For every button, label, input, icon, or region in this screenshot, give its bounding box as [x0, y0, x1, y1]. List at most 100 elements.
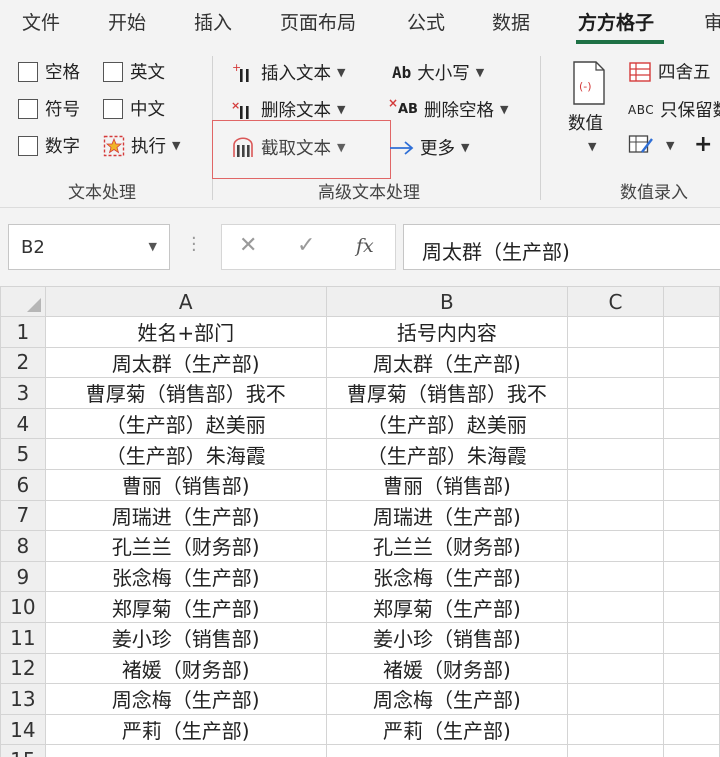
cell-b[interactable]: 周太群（生产部): [325, 346, 568, 379]
cell-c[interactable]: [566, 560, 664, 593]
cell-a[interactable]: 曹丽（销售部): [44, 468, 327, 501]
row-header[interactable]: 1: [0, 316, 46, 348]
tab-page-layout[interactable]: 页面布局: [280, 8, 356, 35]
cell-b[interactable]: （生产部）赵美丽: [325, 407, 568, 440]
delete-text-button[interactable]: × 删除文本 ▼: [231, 97, 345, 122]
tab-review[interactable]: 审: [704, 8, 720, 35]
cell-c[interactable]: [566, 713, 664, 746]
checkbox-box[interactable]: [18, 98, 38, 119]
cell-d[interactable]: [662, 560, 720, 593]
checkbox-space[interactable]: 空格: [18, 59, 80, 84]
cell-a[interactable]: 周瑞进（生产部): [44, 499, 327, 532]
row-header[interactable]: 10: [0, 591, 46, 623]
cell-a[interactable]: 周太群（生产部): [44, 346, 327, 379]
cell-a[interactable]: （生产部）朱海霞: [44, 438, 327, 470]
cell-a[interactable]: 张念梅（生产部): [44, 560, 327, 593]
plus-icon[interactable]: +: [694, 132, 712, 157]
cell-b[interactable]: 曹厚菊（销售部）我不: [325, 377, 568, 409]
cell-a[interactable]: （生产部）赵美丽: [44, 407, 327, 440]
row-header[interactable]: 7: [0, 499, 46, 532]
cell-b[interactable]: 括号内内容: [325, 316, 568, 348]
cell-a[interactable]: 周念梅（生产部): [44, 683, 327, 715]
cell-a[interactable]: 郑厚菊（生产部): [44, 591, 327, 623]
cell-c[interactable]: [566, 316, 664, 348]
cell-c[interactable]: [566, 652, 664, 685]
cell-c[interactable]: [566, 346, 664, 379]
cell-b[interactable]: 张念梅（生产部): [325, 560, 568, 593]
row-header[interactable]: 15: [0, 744, 46, 757]
tab-home[interactable]: 开始: [108, 8, 146, 35]
cell-c[interactable]: [566, 468, 664, 501]
name-box[interactable]: B2 ▼: [8, 224, 170, 270]
row-header[interactable]: 13: [0, 683, 46, 715]
row-header[interactable]: 2: [0, 346, 46, 379]
checkbox-english[interactable]: 英文: [103, 59, 165, 84]
cell-d[interactable]: [662, 377, 720, 409]
cell-b[interactable]: [325, 744, 568, 757]
row-header[interactable]: 8: [0, 530, 46, 562]
column-header-c[interactable]: C: [566, 286, 664, 317]
more-button[interactable]: 更多 ▼: [390, 135, 469, 160]
formula-input[interactable]: 周太群（生产部): [403, 224, 720, 270]
checkbox-box[interactable]: [103, 98, 123, 119]
checkbox-number[interactable]: 数字: [18, 133, 80, 158]
checkbox-symbol[interactable]: 符号: [18, 96, 80, 121]
confirm-icon[interactable]: ✓: [297, 233, 315, 258]
delete-spaces-button[interactable]: × AB 删除空格 ▼: [388, 96, 508, 122]
column-header-a[interactable]: A: [44, 286, 327, 317]
row-header[interactable]: 12: [0, 652, 46, 685]
cell-d[interactable]: [662, 499, 720, 532]
cell-c[interactable]: [566, 438, 664, 470]
edit-table-button[interactable]: ▼: [628, 134, 674, 156]
row-header[interactable]: 14: [0, 713, 46, 746]
cell-d[interactable]: [662, 438, 720, 470]
row-header[interactable]: 11: [0, 621, 46, 654]
tab-data[interactable]: 数据: [492, 8, 530, 35]
row-header[interactable]: 9: [0, 560, 46, 593]
cell-d[interactable]: [662, 744, 720, 757]
column-header-b[interactable]: B: [325, 286, 568, 317]
drag-handle-icon[interactable]: · · ·: [191, 230, 197, 260]
insert-function-icon[interactable]: fx: [356, 235, 374, 257]
cell-c[interactable]: [566, 744, 664, 757]
cell-c[interactable]: [566, 621, 664, 654]
cell-d[interactable]: [662, 683, 720, 715]
cell-b[interactable]: 孔兰兰（财务部): [325, 530, 568, 562]
tab-file[interactable]: 文件: [22, 8, 60, 35]
cell-d[interactable]: [662, 316, 720, 348]
checkbox-box[interactable]: [103, 61, 123, 82]
cell-d[interactable]: [662, 591, 720, 623]
row-header[interactable]: 6: [0, 468, 46, 501]
column-header-d[interactable]: [662, 286, 720, 317]
keep-only-button[interactable]: ABC 只保留数: [628, 97, 720, 122]
cell-a[interactable]: 姓名+部门: [44, 316, 327, 348]
tab-insert[interactable]: 插入: [194, 8, 232, 35]
cell-b[interactable]: 郑厚菊（生产部): [325, 591, 568, 623]
cell-b[interactable]: 曹丽（销售部): [325, 468, 568, 501]
cell-d[interactable]: [662, 621, 720, 654]
checkbox-box[interactable]: [18, 61, 38, 82]
value-button[interactable]: (-) 数值 ▼: [562, 58, 614, 163]
cell-d[interactable]: [662, 652, 720, 685]
execute-button[interactable]: 执行 ▼: [103, 133, 180, 158]
cell-a[interactable]: 姜小珍（销售部): [44, 621, 327, 654]
chevron-down-icon[interactable]: ▼: [149, 240, 157, 253]
cell-c[interactable]: [566, 499, 664, 532]
insert-text-button[interactable]: + 插入文本 ▼: [231, 60, 345, 85]
tab-formulas[interactable]: 公式: [407, 8, 445, 35]
checkbox-chinese[interactable]: 中文: [103, 96, 165, 121]
row-header[interactable]: 4: [0, 407, 46, 440]
cell-b[interactable]: 周念梅（生产部): [325, 683, 568, 715]
cell-a[interactable]: 严莉（生产部): [44, 713, 327, 746]
cell-d[interactable]: [662, 346, 720, 379]
cell-a[interactable]: 孔兰兰（财务部): [44, 530, 327, 562]
cell-a[interactable]: 曹厚菊（销售部）我不: [44, 377, 327, 409]
cancel-icon[interactable]: ✕: [239, 233, 257, 258]
tab-fangfang-gezi[interactable]: 方方格子: [578, 8, 654, 35]
case-button[interactable]: Ab 大小写 ▼: [392, 60, 484, 85]
row-header[interactable]: 3: [0, 377, 46, 409]
cell-b[interactable]: （生产部）朱海霞: [325, 438, 568, 470]
cell-b[interactable]: 姜小珍（销售部): [325, 621, 568, 654]
cell-d[interactable]: [662, 468, 720, 501]
round-button[interactable]: 四舍五: [628, 59, 711, 84]
